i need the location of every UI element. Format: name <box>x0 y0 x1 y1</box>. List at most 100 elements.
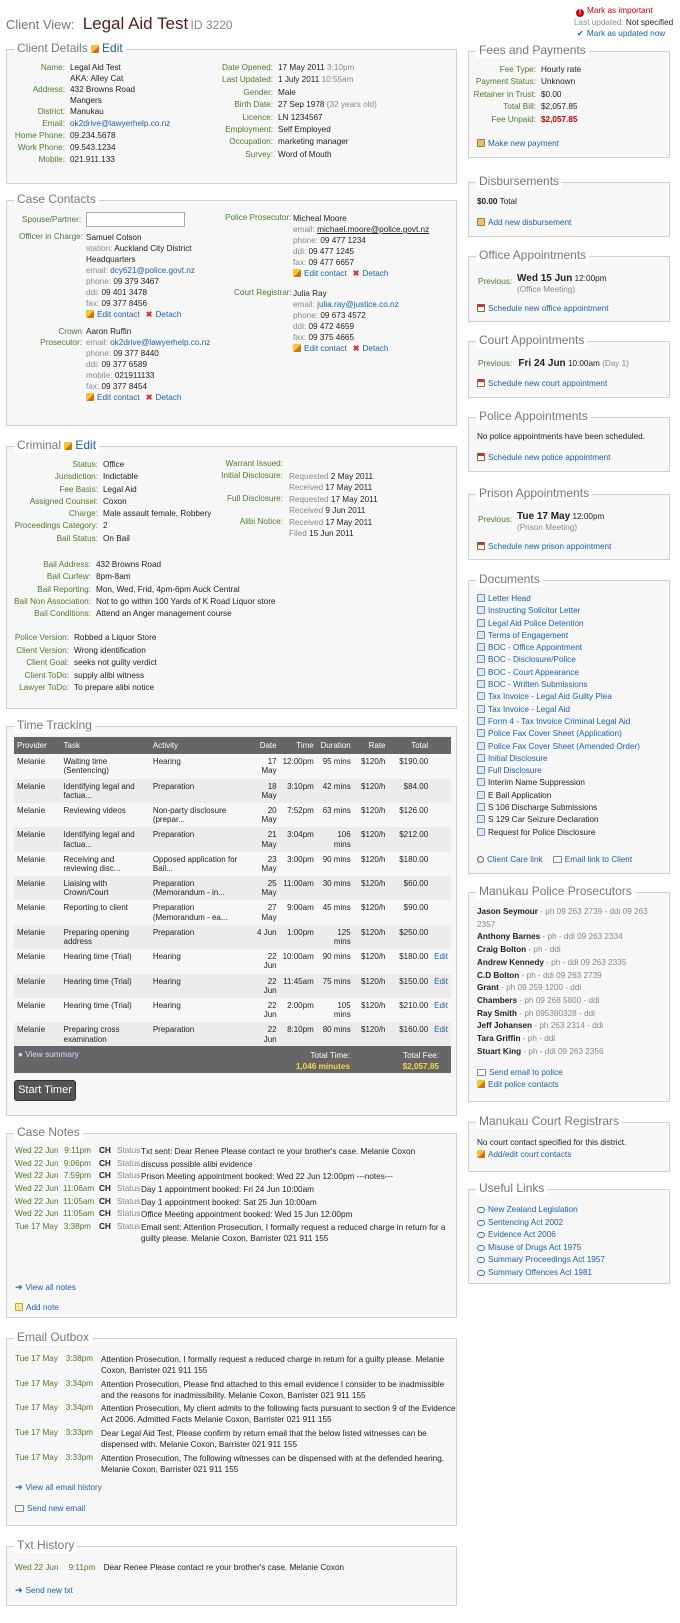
view-all-email-history-link[interactable]: ➔ View all email history <box>15 1482 102 1492</box>
start-timer-button[interactable]: Start Timer <box>14 1080 76 1101</box>
note-item: Wed 22 Jun 9:11pm CH Status Txt sent: Dear R… <box>15 1146 455 1159</box>
view-all-notes-link[interactable]: ➔ View all notes <box>15 1282 76 1292</box>
spouse-input[interactable] <box>86 212 185 227</box>
useful-link[interactable]: Summary Proceedings Act 1957 <box>477 1254 667 1267</box>
criminal-edit-link[interactable]: Edit <box>64 438 96 452</box>
edit-cell[interactable] <box>431 803 451 827</box>
crown-email-link[interactable]: ok2drive@lawyerhelp.co.nz <box>110 338 210 347</box>
document-link[interactable]: BOC - Disclosure/Police <box>477 655 667 667</box>
email-link-to-client[interactable]: Email link to Client <box>552 855 632 864</box>
edit-cell[interactable] <box>431 754 451 778</box>
column-header-total[interactable]: Total <box>388 737 432 755</box>
useful-link[interactable]: Evidence Act 2006 <box>477 1229 667 1242</box>
add-note-link[interactable]: Add note <box>15 1303 59 1312</box>
officer-edit-contact-link[interactable]: Edit contact <box>86 310 140 319</box>
crown-edit-contact-link[interactable]: Edit contact <box>86 393 140 402</box>
column-header-provider[interactable]: Provider <box>14 737 61 755</box>
document-link[interactable]: Tax Invoice - Legal Aid <box>477 704 667 717</box>
client-email-link[interactable]: ok2drive@lawyerhelp.co.nz <box>70 119 170 131</box>
schedule-police-appointment-link[interactable]: Schedule new police appointment <box>477 453 610 462</box>
document-link[interactable]: Initial Disclosure <box>477 753 667 766</box>
column-header-duration[interactable]: Duration <box>316 737 354 755</box>
registrar-edit-contact-link[interactable]: Edit contact <box>293 344 347 353</box>
document-link[interactable]: BOC - Court Appearance <box>477 667 667 680</box>
schedule-court-appointment-link[interactable]: Schedule new court appointment <box>477 379 607 388</box>
useful-link[interactable]: New Zealand Legislation <box>477 1204 667 1217</box>
gender-value: Male <box>278 87 296 97</box>
view-summary-link[interactable]: ● View summary <box>18 1050 79 1059</box>
document-link[interactable]: Full Disclosure <box>477 766 667 778</box>
date-cell: 22 Jun <box>252 949 280 973</box>
edit-link[interactable]: Edit <box>434 977 448 986</box>
document-item[interactable]: S 106 Discharge Submissions <box>477 803 667 815</box>
edit-cell[interactable]: Edit <box>431 998 451 1022</box>
document-link[interactable]: Instructing Solicitor Letter <box>477 606 667 618</box>
edit-police-contacts-link[interactable]: Edit police contacts <box>477 1080 559 1089</box>
police-detach-link[interactable]: Detach <box>362 269 388 278</box>
document-link[interactable]: Tax Invoice - Legal Aid Guilty Plea <box>477 692 667 704</box>
document-link[interactable]: BOC - Written Submissions <box>477 680 667 692</box>
add-disbursement-link[interactable]: Add new disbursement <box>477 218 571 227</box>
send-new-email-link[interactable]: Send new email <box>15 1504 85 1513</box>
add-edit-court-contacts-link[interactable]: Add/edit court contacts <box>477 1150 571 1159</box>
edit-cell[interactable] <box>431 876 451 901</box>
client-details-edit-link[interactable]: Edit <box>91 41 123 55</box>
column-header-time[interactable]: Time <box>279 737 317 755</box>
schedule-office-appointment-link[interactable]: Schedule new office appointment <box>477 304 608 313</box>
officer-email-link[interactable]: dcy621@police.govt.nz <box>110 266 195 275</box>
email-item[interactable]: Tue 17 May 3:33pm Dear Legal Aid Test, Ple… <box>15 1428 455 1453</box>
schedule-prison-appointment-link[interactable]: Schedule new prison appointment <box>477 542 611 551</box>
document-item[interactable]: E Bail Application <box>477 790 667 803</box>
document-item[interactable]: Interim Name Suppression <box>477 778 667 790</box>
email-item[interactable]: Tue 17 May 3:38pm Attention Prosecution, I… <box>15 1354 455 1379</box>
edit-cell[interactable] <box>431 852 451 876</box>
prosecutor-contact-info: - ph 095380328 - ddi <box>517 1008 595 1018</box>
document-link[interactable]: Legal Aid Police Detention <box>477 618 667 631</box>
edit-link[interactable]: Edit <box>434 1001 448 1010</box>
police-prosecutor-email-link[interactable]: michael.moore@police.govt.nz <box>317 225 429 234</box>
column-header-date[interactable]: Date <box>251 737 280 755</box>
police-prosecutor-ddi: 09 477 1245 <box>308 247 355 256</box>
document-link[interactable]: Form 4 - Tax Invoice Criminal Legal Aid <box>477 716 667 729</box>
column-header-rate[interactable]: Rate <box>353 737 389 755</box>
document-link[interactable]: Police Fax Cover Sheet (Amended Order) <box>477 741 667 754</box>
send-new-txt-link[interactable]: ➔ Send new txt <box>15 1585 73 1595</box>
edit-link[interactable]: Edit <box>434 952 448 961</box>
crown-detach-link[interactable]: Detach <box>155 393 181 402</box>
useful-link[interactable]: Sentencing Act 2002 <box>477 1217 667 1230</box>
edit-cell[interactable]: Edit <box>431 1022 451 1047</box>
document-link[interactable]: Terms of Engagement <box>477 630 667 643</box>
police-edit-contact-link[interactable]: Edit contact <box>293 269 347 278</box>
document-item[interactable]: S 129 Car Seizure Declaration <box>477 815 667 827</box>
send-email-to-police-link[interactable]: Send email to police <box>477 1068 563 1077</box>
column-header-task[interactable]: Task <box>60 737 150 755</box>
edit-cell[interactable] <box>431 827 451 852</box>
edit-cell[interactable]: Edit <box>431 949 451 973</box>
task-cell: Reviewing videos <box>61 803 150 827</box>
document-item[interactable]: Request for Police Disclosure <box>477 827 667 840</box>
email-item[interactable]: Tue 17 May 3:34pm Attention Prosecution, P… <box>15 1379 455 1404</box>
edit-cell[interactable] <box>431 778 451 803</box>
document-link[interactable]: Police Fax Cover Sheet (Application) <box>477 729 667 741</box>
useful-link[interactable]: Summary Offences Act 1981 <box>477 1267 667 1280</box>
officer-detach-link[interactable]: Detach <box>155 310 181 319</box>
client-care-link[interactable]: Client Care link <box>477 855 543 864</box>
activity-cell: Preparation <box>149 827 252 852</box>
registrar-detach-link[interactable]: Detach <box>362 344 388 353</box>
total-cell-text: $160.00 <box>399 1025 429 1035</box>
mark-important-link[interactable]: ! Mark as important <box>576 6 653 17</box>
edit-cell[interactable] <box>431 900 451 924</box>
registrar-email-link[interactable]: julia.ray@justice.co.nz <box>317 300 399 309</box>
edit-cell[interactable]: Edit <box>431 973 451 998</box>
edit-cell[interactable] <box>431 924 451 950</box>
document-link[interactable]: Letter Head <box>477 594 667 606</box>
edit-link[interactable]: Edit <box>434 1025 448 1034</box>
mark-updated-now-link[interactable]: ✔ Mark as updated now <box>577 29 665 38</box>
make-payment-link[interactable]: Make new payment <box>477 139 559 148</box>
prosecutor-item: Tara Griffin - ph - ddi <box>477 1033 667 1046</box>
email-item[interactable]: Tue 17 May 3:33pm Attention Prosecution, T… <box>15 1453 455 1478</box>
email-item[interactable]: Tue 17 May 3:34pm Attention Prosecution, M… <box>15 1403 456 1428</box>
document-link[interactable]: BOC - Office Appointment <box>477 643 667 655</box>
useful-link[interactable]: Misuse of Drugs Act 1975 <box>477 1242 667 1255</box>
column-header-activity[interactable]: Activity <box>149 737 252 755</box>
